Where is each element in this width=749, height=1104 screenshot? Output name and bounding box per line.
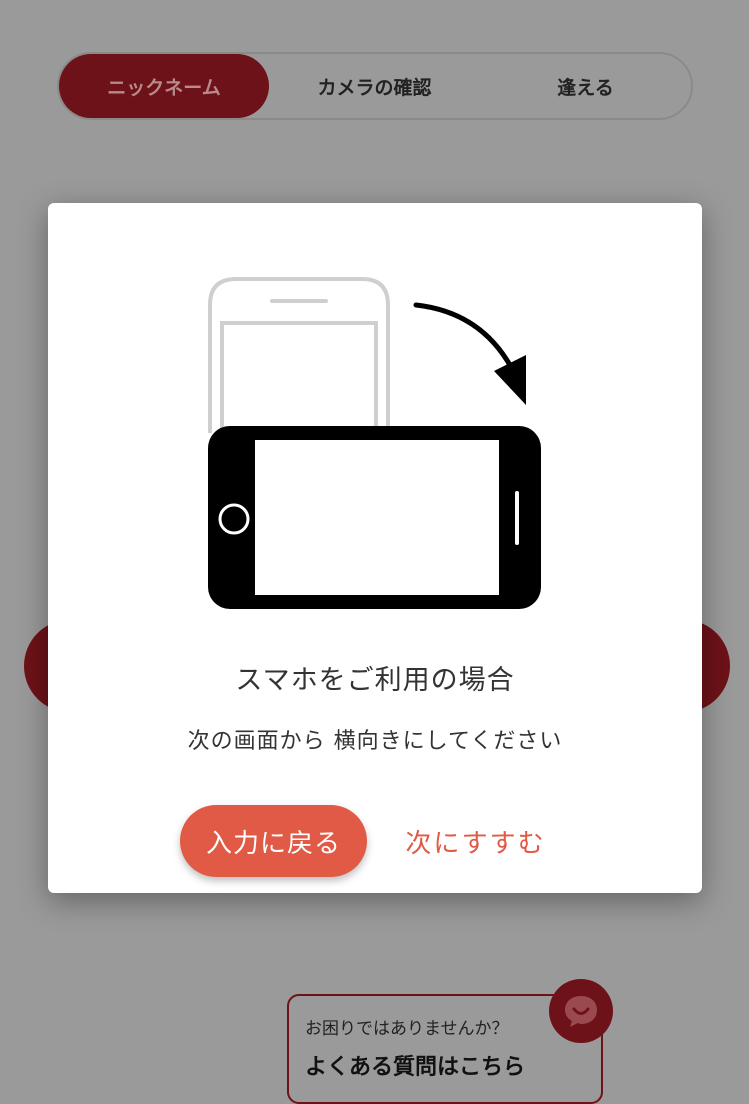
step-meet[interactable]: 逢える xyxy=(480,54,691,118)
step-camera-check[interactable]: カメラの確認 xyxy=(269,54,480,118)
landscape-phone xyxy=(208,426,541,609)
progress-stepper: ニックネーム カメラの確認 逢える xyxy=(57,52,693,120)
chat-button[interactable] xyxy=(549,979,613,1043)
step-nickname[interactable]: ニックネーム xyxy=(59,54,269,118)
modal-instruction: 次の画面から 横向きにしてください xyxy=(187,729,563,754)
next-button[interactable]: 次にすすむ xyxy=(388,805,563,877)
rotate-phone-icon xyxy=(208,277,541,609)
help-question: お困りではありませんか？ xyxy=(305,1019,509,1039)
back-to-input-button[interactable]: 入力に戻る xyxy=(180,805,367,877)
faq-link[interactable]: よくある質問はこちら xyxy=(305,1049,585,1081)
portrait-phone-outline xyxy=(208,277,390,433)
chat-bubble-smile-icon xyxy=(565,996,597,1027)
modal-title: スマホをご利用の場合 xyxy=(235,665,515,696)
rotate-device-modal: スマホをご利用の場合 次の画面から 横向きにしてください 入力に戻る 次にすすむ xyxy=(48,203,702,893)
